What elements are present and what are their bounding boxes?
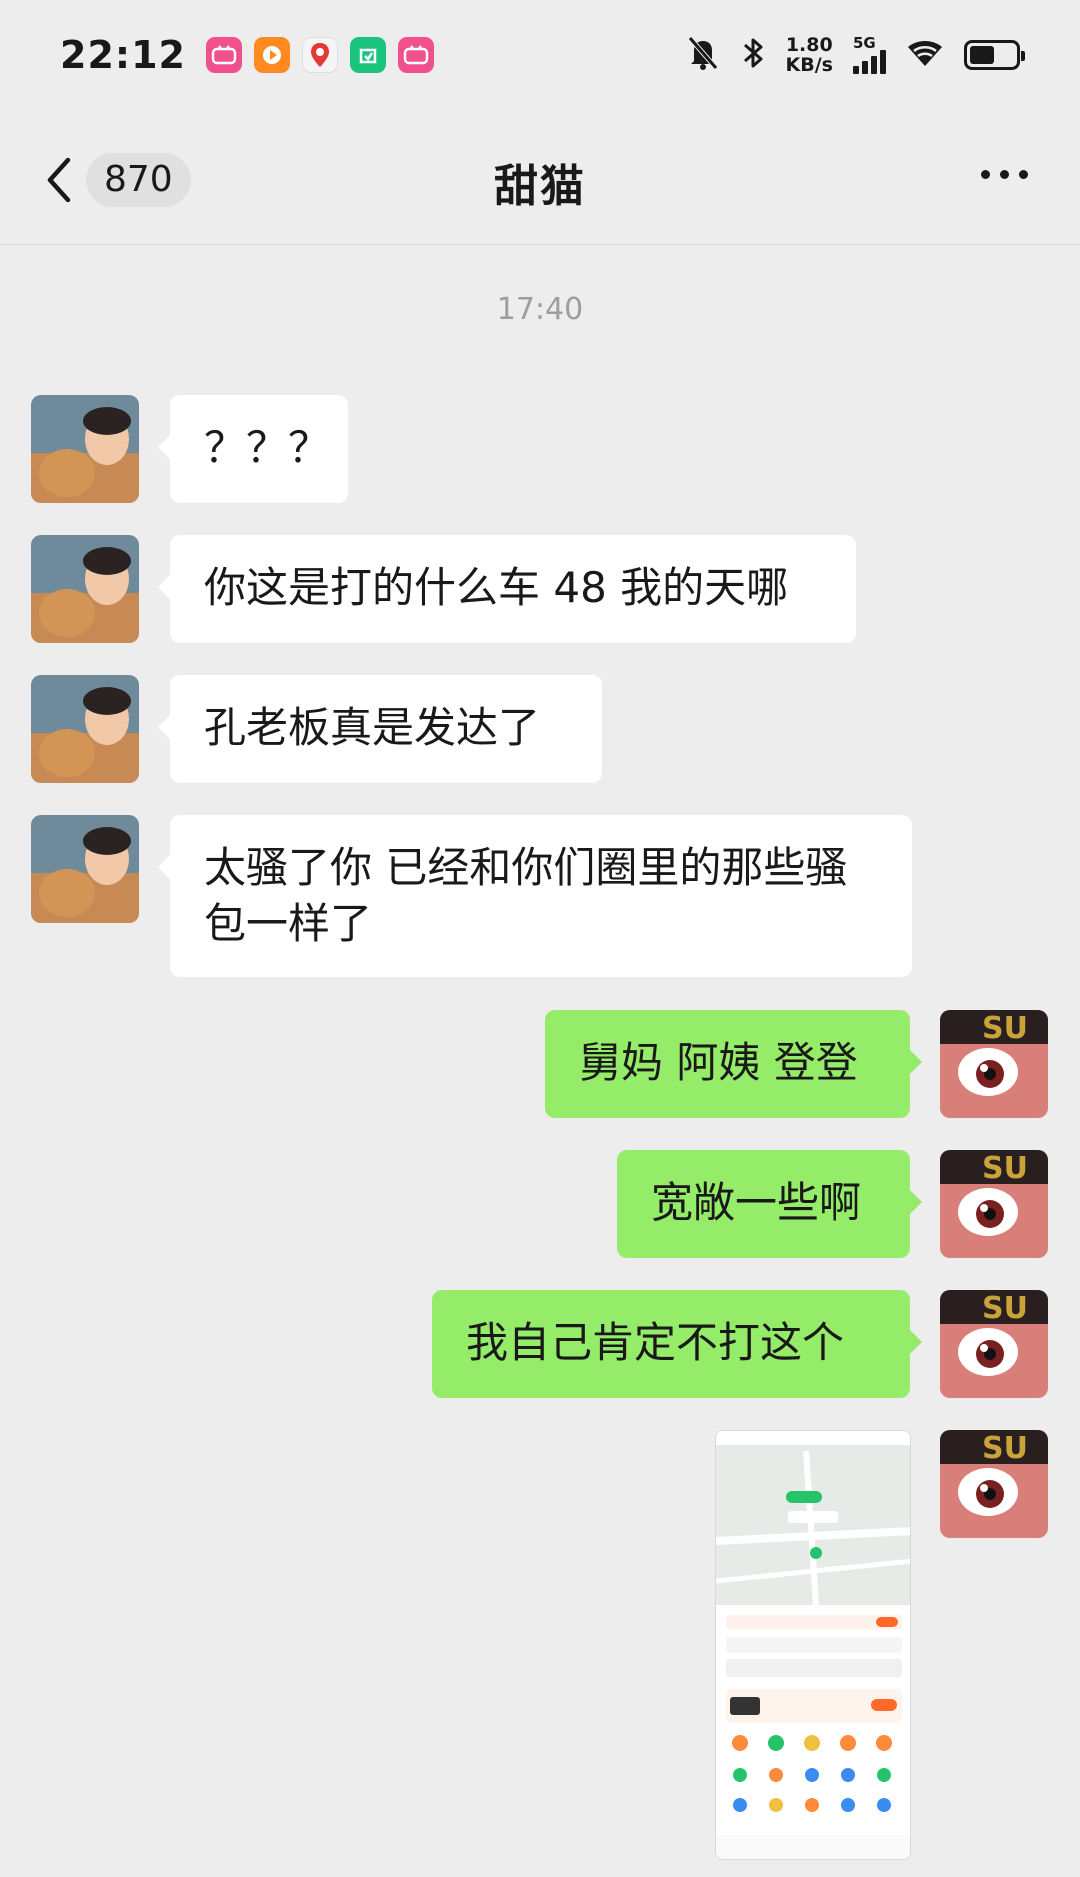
mute-icon xyxy=(686,35,720,75)
my-avatar[interactable]: SU xyxy=(940,1430,1048,1538)
network-type: 5G xyxy=(853,34,876,52)
net-speed: 1.80 KB/s xyxy=(786,35,833,75)
svg-text:SU: SU xyxy=(982,1151,1028,1186)
message-bubble-incoming[interactable]: 你这是打的什么车 48 我的天哪 xyxy=(158,535,856,643)
message-bubble-outgoing[interactable]: 舅妈 阿姨 登登 xyxy=(545,1010,922,1118)
chat-header: 870 甜猫 xyxy=(0,110,1080,245)
svg-text:SU: SU xyxy=(982,1291,1028,1326)
status-bar: 22:12 1.80 KB/s 5G xyxy=(0,0,1080,110)
status-indicators: 1.80 KB/s 5G xyxy=(686,35,1025,75)
my-avatar[interactable]: SU xyxy=(940,1150,1048,1258)
cellular-signal: 5G xyxy=(853,36,886,74)
mi-home-icon xyxy=(349,37,386,73)
du-map-icon xyxy=(301,37,338,73)
svg-text:SU: SU xyxy=(982,1431,1028,1466)
net-speed-unit: KB/s xyxy=(785,54,833,76)
wifi-icon xyxy=(906,38,944,72)
battery-icon xyxy=(964,40,1025,70)
signal-bars-icon xyxy=(853,50,886,74)
bilibili-icon xyxy=(205,37,242,73)
contact-avatar[interactable] xyxy=(31,395,139,503)
contact-avatar[interactable] xyxy=(31,675,139,783)
video-app-icon xyxy=(253,37,290,73)
notification-icons xyxy=(205,37,434,73)
my-avatar[interactable]: SU xyxy=(940,1290,1048,1398)
screenshot-thumbnail xyxy=(716,1431,910,1859)
bilibili-icon xyxy=(397,37,434,73)
image-message[interactable] xyxy=(715,1430,911,1860)
message-bubble-outgoing[interactable]: 我自己肯定不打这个 xyxy=(432,1290,922,1398)
status-time: 22:12 xyxy=(60,33,186,77)
chat-screen: 22:12 1.80 KB/s 5G 870 甜猫 17:40 ？？？ 你这是打… xyxy=(0,0,1080,1877)
bluetooth-icon xyxy=(740,35,766,75)
more-options-button[interactable] xyxy=(981,170,1028,179)
message-timestamp: 17:40 xyxy=(496,292,584,327)
message-bubble-incoming[interactable]: ？？？ xyxy=(158,395,348,503)
svg-text:SU: SU xyxy=(982,1011,1028,1046)
message-bubble-outgoing[interactable]: 宽敞一些啊 xyxy=(617,1150,922,1258)
contact-avatar[interactable] xyxy=(31,535,139,643)
message-bubble-incoming[interactable]: 太骚了你 已经和你们圈里的那些骚包一样了 xyxy=(158,815,912,977)
message-bubble-incoming[interactable]: 孔老板真是发达了 xyxy=(158,675,602,783)
my-avatar[interactable]: SU xyxy=(940,1010,1048,1118)
chat-title: 甜猫 xyxy=(494,161,586,212)
net-speed-value: 1.80 xyxy=(785,34,833,56)
contact-avatar[interactable] xyxy=(31,815,139,923)
